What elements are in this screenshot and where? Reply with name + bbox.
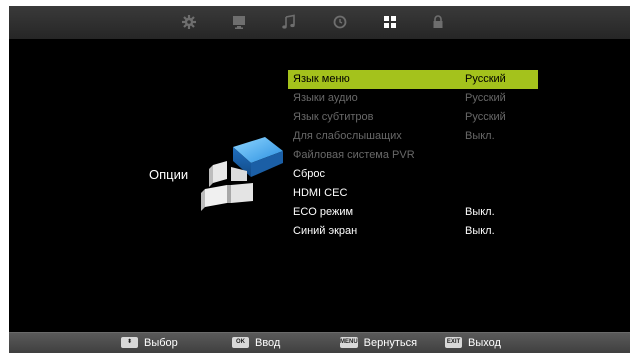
menu-item-label: Файловая система PVR [293, 149, 415, 161]
exit-key-icon: EXIT [445, 337, 462, 348]
menu-item-label: ECO режим [293, 206, 354, 218]
hint-back: MENU Вернуться [340, 337, 418, 349]
music-note-icon [282, 14, 295, 29]
hint-select: ⬍ Выбор [121, 337, 178, 350]
grid-icon [384, 16, 396, 28]
tab-options[interactable] [382, 14, 398, 30]
options-graphic-icon [195, 133, 285, 215]
menu-item-value: Выкл. [465, 225, 495, 237]
tab-sound[interactable] [281, 14, 297, 30]
tab-lock[interactable] [430, 14, 446, 30]
options-menu: Язык меню Русский Языки аудио Русский Язык с… [288, 70, 538, 241]
clock-icon [333, 15, 347, 29]
tab-timer[interactable] [332, 14, 348, 30]
menu-item-value: Выкл. [465, 130, 495, 142]
monitor-icon [233, 16, 245, 29]
hint-enter: OK Ввод [232, 337, 280, 350]
menu-item: Для слабослышащих Выкл. [288, 127, 538, 146]
hint-exit: EXIT Выход [445, 337, 501, 349]
menu-item-label: Сброс [293, 168, 325, 180]
menu-item: Языки аудио Русский [288, 89, 538, 108]
button-hint-bar: ⬍ Выбор OK Ввод MENU Вернуться EXIT Выход [9, 332, 630, 353]
menu-item-value: Русский [465, 73, 506, 85]
menu-item-label: Для слабослышащих [293, 130, 402, 142]
lock-icon [433, 15, 443, 28]
menu-item-label: HDMI CEC [293, 187, 348, 199]
menu-key-icon: MENU [340, 337, 358, 348]
menu-item[interactable]: Язык меню Русский [288, 70, 538, 89]
section-title: Опции [149, 167, 189, 182]
ok-key-icon: OK [232, 337, 249, 348]
category-tab-bar [9, 6, 630, 39]
tab-picture-settings[interactable] [181, 14, 197, 30]
menu-item[interactable]: HDMI CEC [288, 184, 538, 203]
menu-item[interactable]: Сброс [288, 165, 538, 184]
menu-item[interactable]: Синий экран Выкл. [288, 222, 538, 241]
menu-item-label: Язык меню [293, 73, 350, 85]
menu-item-value: Русский [465, 111, 506, 123]
menu-item-value: Выкл. [465, 206, 495, 218]
tab-display[interactable] [231, 14, 247, 30]
menu-item-label: Язык субтитров [293, 111, 374, 123]
menu-item-label: Языки аудио [293, 92, 358, 104]
menu-item: Язык субтитров Русский [288, 108, 538, 127]
menu-item[interactable]: ECO режим Выкл. [288, 203, 538, 222]
menu-item-value: Русский [465, 92, 506, 104]
gear-icon [182, 15, 196, 29]
tv-screen: Опции Язык меню Русский Языки аудио Русс… [9, 6, 630, 353]
up-down-key-icon: ⬍ [121, 337, 138, 348]
menu-item-label: Синий экран [293, 225, 358, 237]
menu-item: Файловая система PVR [288, 146, 538, 165]
